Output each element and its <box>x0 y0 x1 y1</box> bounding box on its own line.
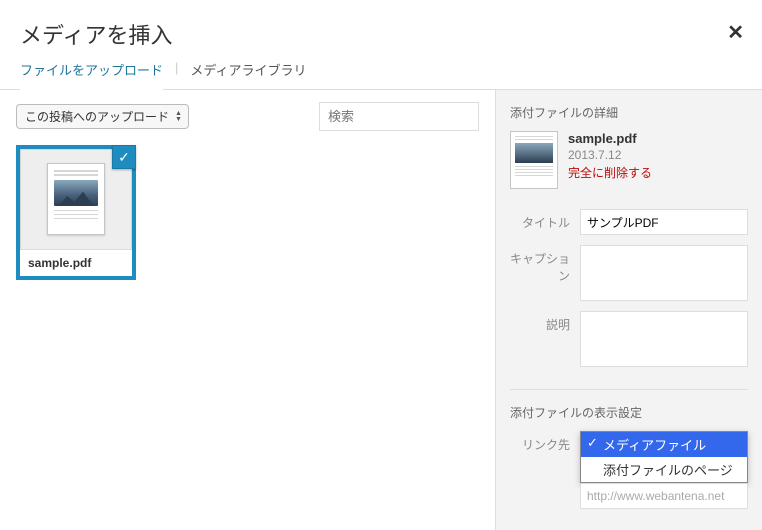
media-library: ✓ sample.pdf <box>16 145 479 518</box>
tab-bar: ファイルをアップロード | メディアライブラリ <box>0 60 762 90</box>
delete-permanently-link[interactable]: 完全に削除する <box>568 164 652 181</box>
display-settings-title: 添付ファイルの表示設定 <box>510 404 748 421</box>
media-item[interactable]: ✓ sample.pdf <box>16 145 136 280</box>
title-label: タイトル <box>510 209 580 231</box>
close-icon[interactable]: ✕ <box>727 20 744 45</box>
caption-textarea[interactable] <box>580 245 748 301</box>
link-option-attachment-page[interactable]: 添付ファイルのページ <box>581 457 747 482</box>
check-icon[interactable]: ✓ <box>112 145 136 169</box>
link-option-media[interactable]: メディアファイル <box>581 432 747 457</box>
modal-title: メディアを挿入 <box>20 18 742 50</box>
description-label: 説明 <box>510 311 580 333</box>
attachment-date: 2013.7.12 <box>568 148 652 162</box>
attachment-filename: sample.pdf <box>568 131 652 146</box>
details-sidebar: 添付ファイルの詳細 sample.pdf 2013.7.12 完全に削除する タ… <box>495 90 762 530</box>
description-textarea[interactable] <box>580 311 748 367</box>
media-item-filename: sample.pdf <box>20 249 132 276</box>
filter-select-label: この投稿へのアップロード <box>25 108 169 125</box>
tab-library[interactable]: メディアライブラリ <box>190 60 306 90</box>
link-url-field[interactable]: http://www.webantena.net <box>580 483 748 509</box>
attachment-thumb-icon <box>510 131 558 189</box>
link-to-label: リンク先 <box>510 431 580 453</box>
title-input[interactable] <box>580 209 748 235</box>
tab-upload[interactable]: ファイルをアップロード <box>20 60 163 90</box>
search-input[interactable] <box>319 102 479 131</box>
attachment-details-title: 添付ファイルの詳細 <box>510 104 748 121</box>
link-to-select[interactable]: メディアファイル 添付ファイルのページ http://www.webantena… <box>580 431 748 509</box>
caption-label: キャプション <box>510 245 580 284</box>
filter-select[interactable]: この投稿へのアップロード ▲▼ <box>16 104 189 129</box>
document-icon <box>47 163 105 235</box>
select-arrows-icon: ▲▼ <box>175 111 182 123</box>
